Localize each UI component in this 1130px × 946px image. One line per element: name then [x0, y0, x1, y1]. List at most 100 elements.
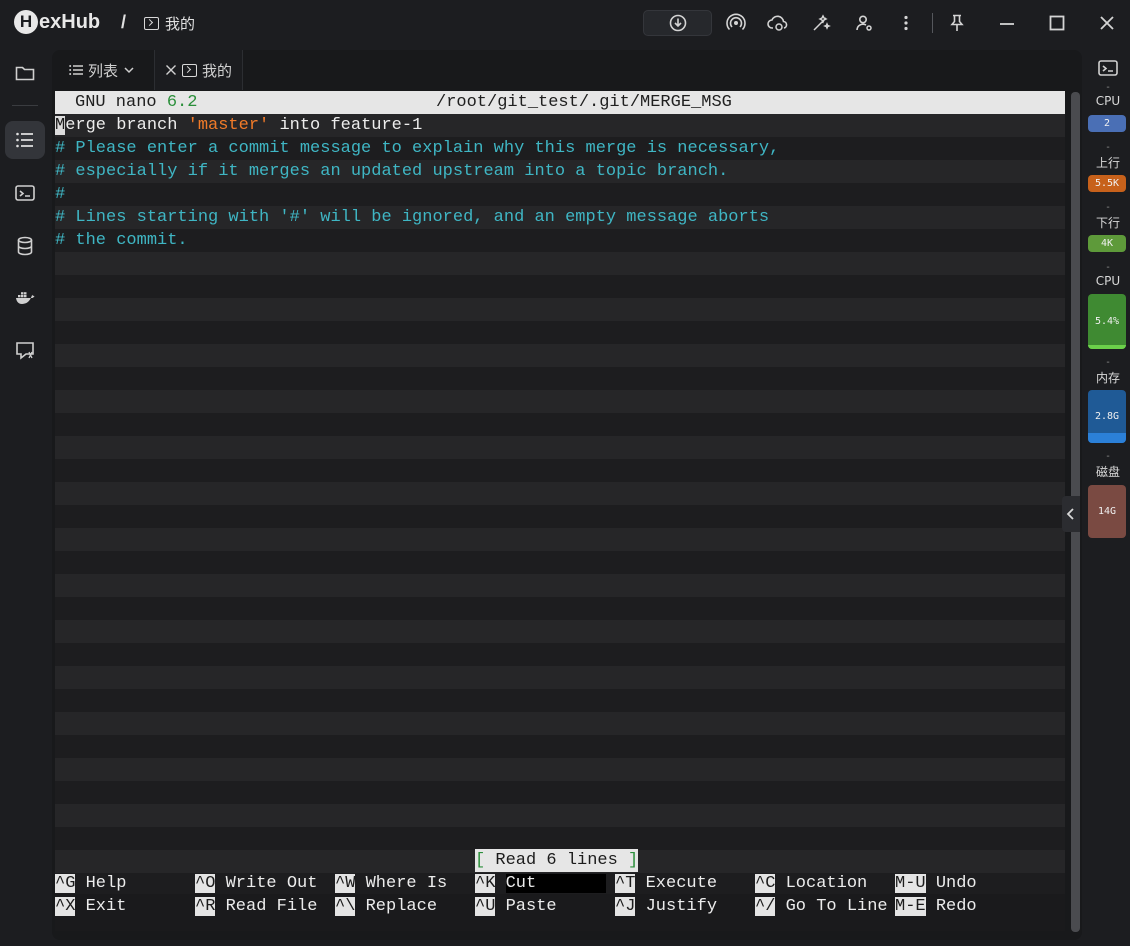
sidebar-item-files[interactable] [5, 54, 45, 92]
status-text: Read 6 lines [495, 851, 618, 870]
tab-terminal[interactable]: 我的 [154, 50, 244, 90]
cpu-usage-value: 5.4% [1094, 316, 1120, 327]
maximize-button[interactable] [1046, 12, 1068, 34]
stat-label-memory: 内存 [1095, 371, 1120, 385]
collapse-monitor-button[interactable] [1062, 496, 1080, 532]
left-sidebar [0, 48, 50, 946]
stat-label-download: 下行 [1095, 216, 1120, 230]
tab-bar: 列表 我的 [52, 50, 244, 90]
sidebar-item-list[interactable] [5, 121, 45, 159]
stat-label-cpu: CPU [1095, 274, 1121, 288]
shortcut-write-out: ^O Write Out [195, 872, 317, 895]
shortcut-undo: M-U Undo [895, 872, 977, 895]
status-bracket: [ [475, 851, 496, 870]
app-logo: H exHub [14, 10, 100, 34]
pin-button[interactable] [946, 12, 968, 34]
chevron-down-icon [124, 67, 134, 74]
shortcut-label: Exit [85, 897, 127, 916]
sidebar-item-database[interactable] [5, 227, 45, 265]
close-icon[interactable] [165, 64, 177, 76]
sidebar-item-docker[interactable] [5, 279, 45, 317]
more-vertical-icon [904, 15, 908, 31]
shortcut-key: ^W [335, 874, 356, 893]
text-cursor: M [55, 116, 66, 135]
terminal-icon [1098, 60, 1118, 76]
nano-version: 6.2 [166, 93, 198, 112]
shortcut-label: Paste [505, 897, 557, 916]
sidebar-item-terminal[interactable] [5, 174, 45, 212]
stat-label-disk: 磁盘 [1095, 465, 1120, 479]
terminal-screen[interactable]: GNU nano 6.2 /root/git_test/.git/MERGE_M… [55, 91, 1065, 931]
comment-line: # Please enter a commit message to expla… [55, 139, 780, 158]
shortcut-label: Read File [225, 897, 318, 916]
more-button[interactable] [895, 12, 917, 34]
breadcrumb-separator: / [121, 12, 127, 32]
shortcut-key: ^J [615, 897, 636, 916]
shortcut-label: Cut [505, 874, 607, 893]
shortcut-key: ^K [475, 874, 496, 893]
shortcut-label: Go To Line [785, 897, 888, 916]
stat-dash: - [1106, 142, 1110, 153]
terminal-icon [144, 17, 159, 30]
minimize-button[interactable] [996, 12, 1018, 34]
chat-icon [16, 342, 34, 360]
toolbar-divider [932, 13, 933, 33]
shortcut-label: Where Is [365, 874, 448, 893]
sidebar-item-feedback[interactable] [5, 332, 45, 370]
shortcut-justify: ^J Justify [615, 895, 717, 918]
shortcut-key: ^G [55, 874, 76, 893]
shortcut-go-to-line: ^/ Go To Line [755, 895, 888, 918]
shortcut-replace: ^\ Replace [335, 895, 437, 918]
shortcut-location: ^C Location [755, 872, 867, 895]
shortcut-key: M-U [895, 874, 926, 893]
shortcut-key: ^T [615, 874, 636, 893]
shortcut-label: Location [785, 874, 868, 893]
comment-line: # the commit. [55, 231, 188, 250]
shortcut-label: Help [85, 874, 127, 893]
sidebar-divider [12, 105, 38, 106]
stat-dash: - [1106, 451, 1110, 462]
cloud-sync-icon [767, 15, 788, 31]
shortcut-help: ^G Help [55, 872, 126, 895]
close-icon [1100, 16, 1114, 30]
status-bracket: ] [617, 851, 639, 870]
broadcast-button[interactable] [725, 12, 747, 34]
terminal-icon [15, 185, 35, 201]
shortcut-key: M-E [895, 897, 926, 916]
breadcrumb[interactable]: 我的 [144, 13, 195, 34]
shortcut-exit: ^X Exit [55, 895, 126, 918]
logo-mark: H [14, 10, 38, 34]
shortcut-key: ^X [55, 897, 76, 916]
download-button[interactable] [643, 10, 712, 36]
cpu-cores-badge: 2 [1088, 115, 1126, 132]
title-bar: H exHub / 我的 [0, 0, 1130, 48]
close-button[interactable] [1096, 12, 1118, 34]
shortcut-key: ^C [755, 874, 776, 893]
nano-filename: /root/git_test/.git/MERGE_MSG [436, 93, 732, 112]
quoted-branch: 'master' [187, 116, 270, 135]
shortcut-label: Redo [935, 897, 977, 916]
broadcast-icon [726, 13, 746, 31]
tab-list[interactable]: 列表 [52, 50, 154, 90]
docker-icon [16, 292, 35, 304]
list-icon [16, 132, 33, 148]
system-monitor: - CPU 2 - 上行 5.5K - 下行 4K - CPU 5.4% - 内… [1086, 50, 1130, 550]
shortcut-label: Replace [365, 897, 438, 916]
download-icon [669, 14, 686, 32]
shortcut-key: ^U [475, 897, 496, 916]
shortcut-where-is: ^W Where Is [335, 872, 447, 895]
shortcut-key: ^O [195, 874, 216, 893]
shortcut-label: Justify [645, 897, 718, 916]
cpu-usage-card: 5.4% [1088, 294, 1126, 349]
editor-line: Merge branch 'master' into feature-1 [55, 114, 422, 137]
disk-card: 14G [1088, 485, 1126, 538]
magic-button[interactable] [810, 12, 832, 34]
maximize-icon [1049, 15, 1065, 31]
monitor-terminal-button[interactable] [1097, 58, 1119, 83]
cloud-sync-button[interactable] [767, 12, 789, 34]
main-panel: 列表 我的 GNU nano 6.2 /root/git_test/.git/M… [52, 50, 1082, 940]
terminal-icon [182, 63, 197, 77]
user-settings-button[interactable] [853, 12, 875, 34]
pin-icon [950, 14, 964, 31]
shortcut-execute: ^T Execute [615, 872, 717, 895]
